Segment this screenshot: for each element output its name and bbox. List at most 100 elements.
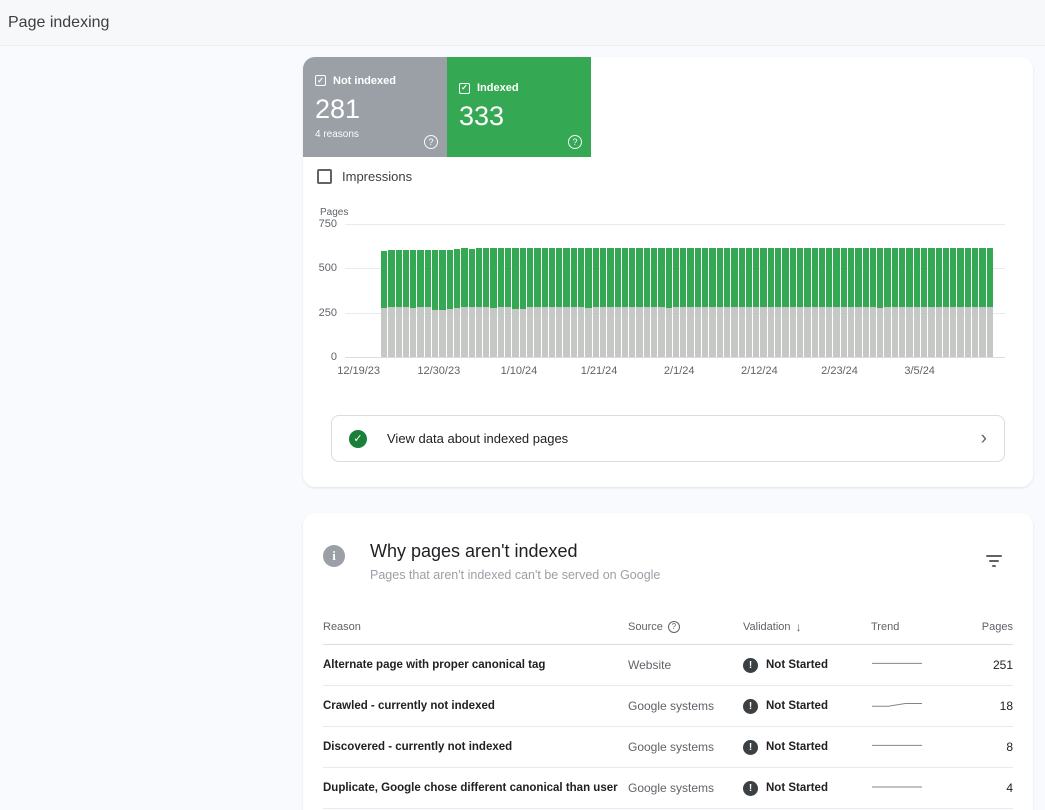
not-indexed-bar-segment bbox=[622, 307, 628, 357]
impressions-checkbox[interactable]: Impressions bbox=[317, 169, 412, 184]
not-indexed-bar-segment bbox=[498, 307, 504, 357]
column-header-validation[interactable]: Validation ↓ bbox=[743, 620, 871, 634]
not-indexed-bar-segment bbox=[439, 310, 445, 357]
chart-bar bbox=[680, 248, 686, 357]
chart-bar bbox=[585, 248, 591, 357]
not-indexed-bar-segment bbox=[812, 307, 818, 357]
table-row[interactable]: Discovered - currently not indexedGoogle… bbox=[323, 727, 1013, 768]
x-axis-tick-label: 1/21/24 bbox=[581, 365, 618, 377]
trend-sparkline bbox=[871, 656, 923, 672]
table-row[interactable]: Alternate page with proper canonical tag… bbox=[323, 645, 1013, 686]
chart-plot: Pages 025050075012/19/2312/30/231/10/241… bbox=[345, 224, 1005, 357]
view-data-label: View data about indexed pages bbox=[387, 431, 568, 446]
bars-container bbox=[381, 224, 993, 357]
pages-count-cell: 18 bbox=[971, 699, 1013, 713]
reason-cell: Crawled - currently not indexed bbox=[323, 700, 628, 712]
page-header: Page indexing bbox=[0, 0, 1045, 46]
why-not-indexed-card: i Why pages aren't indexed Pages that ar… bbox=[303, 513, 1033, 810]
indexed-bar-segment bbox=[644, 248, 650, 307]
chart-bar bbox=[936, 248, 942, 357]
not-indexed-count: 281 bbox=[315, 94, 435, 125]
not-indexed-bar-segment bbox=[950, 307, 956, 357]
chart-bar bbox=[797, 248, 803, 357]
reasons-table: Reason Source ? Validation ↓ Trend Pages… bbox=[323, 609, 1013, 809]
gridline bbox=[345, 357, 1005, 358]
chart-bar bbox=[629, 248, 635, 357]
chart-bar bbox=[388, 250, 394, 357]
chart-bar bbox=[417, 250, 423, 357]
chart-bar bbox=[636, 248, 642, 357]
table-row[interactable]: Duplicate, Google chose different canoni… bbox=[323, 768, 1013, 809]
validation-status: Not Started bbox=[766, 659, 828, 671]
not-indexed-bar-segment bbox=[461, 307, 467, 357]
indexed-bar-segment bbox=[833, 248, 839, 307]
not-indexed-toggle[interactable]: ✓ Not indexed 281 4 reasons ? bbox=[303, 57, 447, 157]
impressions-label: Impressions bbox=[342, 169, 412, 184]
chart-bar bbox=[724, 248, 730, 357]
indexed-bar-segment bbox=[483, 248, 489, 307]
not-indexed-bar-segment bbox=[673, 307, 679, 357]
help-icon[interactable]: ? bbox=[424, 135, 438, 149]
column-header-pages[interactable]: Pages bbox=[971, 621, 1013, 633]
chart-bar bbox=[833, 248, 839, 357]
x-axis-tick-label: 12/30/23 bbox=[417, 365, 460, 377]
filter-icon[interactable] bbox=[985, 555, 1003, 567]
chart-bar bbox=[717, 248, 723, 357]
indexed-bar-segment bbox=[527, 248, 533, 307]
check-circle-icon: ✓ bbox=[349, 430, 367, 448]
source-cell: Website bbox=[628, 658, 743, 672]
chart-bar bbox=[469, 249, 475, 358]
indexed-bar-segment bbox=[797, 248, 803, 307]
view-indexed-data-row[interactable]: ✓ View data about indexed pages › bbox=[331, 415, 1005, 462]
x-axis-tick-label: 1/10/24 bbox=[501, 365, 538, 377]
indexed-bar-segment bbox=[826, 248, 832, 307]
chart-bar bbox=[979, 248, 985, 357]
chevron-right-icon: › bbox=[981, 429, 987, 448]
y-axis-tick-label: 750 bbox=[305, 218, 337, 230]
y-axis-tick-label: 250 bbox=[305, 307, 337, 319]
not-indexed-bar-segment bbox=[381, 308, 387, 357]
not-started-icon: ! bbox=[743, 740, 758, 755]
chart-bar bbox=[432, 250, 438, 357]
not-indexed-bar-segment bbox=[651, 307, 657, 357]
not-indexed-bar-segment bbox=[724, 307, 730, 357]
trend-cell bbox=[871, 656, 971, 675]
indexed-bar-segment bbox=[396, 250, 402, 307]
indexed-bar-segment bbox=[775, 248, 781, 307]
help-icon[interactable]: ? bbox=[568, 135, 582, 149]
section-title: Why pages aren't indexed bbox=[370, 541, 578, 562]
not-indexed-bar-segment bbox=[490, 308, 496, 357]
column-header-trend[interactable]: Trend bbox=[871, 621, 971, 633]
indexed-bar-segment bbox=[957, 248, 963, 307]
indexed-toggle[interactable]: ✓ Indexed 333 ? bbox=[447, 57, 591, 157]
column-header-reason[interactable]: Reason bbox=[323, 621, 628, 633]
not-indexed-bar-segment bbox=[454, 308, 460, 357]
chart-bar bbox=[899, 248, 905, 357]
chart-bar bbox=[666, 248, 672, 357]
indexed-bar-segment bbox=[936, 248, 942, 307]
chart-bar bbox=[965, 248, 971, 357]
not-indexed-bar-segment bbox=[680, 307, 686, 357]
chart-bar bbox=[410, 250, 416, 357]
not-indexed-bar-segment bbox=[943, 307, 949, 357]
table-rows: Alternate page with proper canonical tag… bbox=[323, 645, 1013, 809]
help-icon[interactable]: ? bbox=[668, 621, 680, 633]
not-indexed-bar-segment bbox=[775, 307, 781, 357]
indexed-bar-segment bbox=[950, 248, 956, 307]
indexed-bar-segment bbox=[717, 248, 723, 307]
checkbox-checked-icon: ✓ bbox=[459, 83, 470, 94]
indexed-bar-segment bbox=[666, 248, 672, 307]
indexed-bar-segment bbox=[490, 248, 496, 307]
trend-cell bbox=[871, 697, 971, 716]
trend-cell bbox=[871, 738, 971, 757]
chart-bar bbox=[731, 248, 737, 357]
indexed-bar-segment bbox=[768, 248, 774, 307]
chart-bar bbox=[819, 248, 825, 357]
indexed-bar-segment bbox=[439, 250, 445, 310]
table-row[interactable]: Crawled - currently not indexedGoogle sy… bbox=[323, 686, 1013, 727]
column-header-source[interactable]: Source ? bbox=[628, 621, 743, 633]
indexed-bar-segment bbox=[658, 248, 664, 307]
not-indexed-bar-segment bbox=[666, 308, 672, 357]
chart-bar bbox=[571, 248, 577, 357]
not-indexed-bar-segment bbox=[855, 307, 861, 357]
